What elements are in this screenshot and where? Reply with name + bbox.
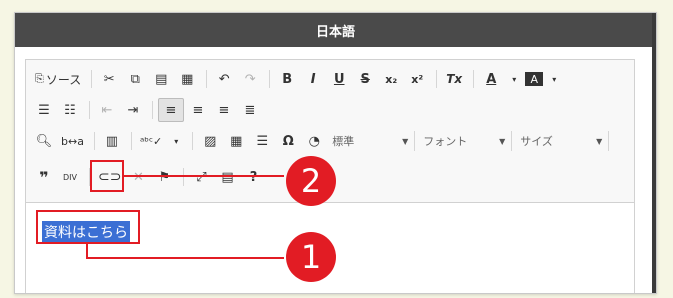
- horizontal-rule-icon[interactable]: ☰: [250, 130, 274, 152]
- subscript-button[interactable]: x₂: [379, 68, 403, 90]
- callout-2-connector: [122, 175, 284, 177]
- callout-1-connector-h: [86, 257, 284, 259]
- separator: [130, 132, 132, 150]
- copy-icon[interactable]: ⧉: [123, 68, 147, 90]
- cut-icon[interactable]: ✂: [97, 68, 121, 90]
- numbered-list-icon[interactable]: ☰: [32, 99, 56, 121]
- remove-format-button[interactable]: Tx: [442, 68, 466, 90]
- chevron-down-icon[interactable]: ▾: [505, 68, 523, 90]
- text-color-button[interactable]: A: [479, 68, 503, 90]
- separator: [91, 70, 93, 88]
- separator: [206, 70, 208, 88]
- right-divider: [652, 13, 656, 293]
- source-icon: ⎘: [35, 72, 44, 85]
- link-button-highlight: [90, 160, 124, 192]
- unlink-icon[interactable]: ✕: [126, 166, 150, 188]
- separator: [436, 70, 438, 88]
- separator: [269, 70, 271, 88]
- align-justify-icon[interactable]: ≣: [238, 99, 262, 121]
- bg-color-button[interactable]: A: [525, 72, 544, 86]
- iframe-icon[interactable]: ◔: [302, 130, 326, 152]
- chevron-down-icon: ▼: [596, 136, 603, 146]
- language-title: 日本語: [315, 24, 355, 40]
- indent-icon[interactable]: ⇥: [121, 99, 145, 121]
- paste-text-icon[interactable]: ▦: [175, 68, 199, 90]
- chevron-down-icon: ▼: [499, 136, 506, 146]
- search-icon[interactable]: 🔍︎: [32, 130, 56, 152]
- size-select-label: サイズ: [520, 135, 553, 148]
- image-icon[interactable]: ▨: [198, 130, 222, 152]
- toolbar-row-1: ⎘ ソース ✂ ⧉ ▤ ▦ ↶ ↷ B I U S x₂ x² Tx A ▾ A…: [32, 66, 565, 92]
- special-char-button[interactable]: Ω: [276, 130, 300, 152]
- italic-button[interactable]: I: [301, 68, 325, 90]
- separator: [89, 101, 90, 119]
- div-button[interactable]: DIV: [58, 166, 82, 188]
- chevron-down-icon[interactable]: ▾: [545, 68, 563, 90]
- underline-button[interactable]: U: [327, 68, 351, 90]
- chevron-down-icon: ▼: [402, 136, 409, 146]
- replace-icon[interactable]: b↔a: [58, 130, 87, 152]
- font-select-label: フォント: [423, 135, 468, 148]
- separator: [93, 132, 95, 150]
- align-right-icon[interactable]: ≡: [212, 99, 236, 121]
- align-center-icon[interactable]: ≡: [186, 99, 210, 121]
- bold-button[interactable]: B: [275, 68, 299, 90]
- anchor-flag-icon[interactable]: ⚑: [152, 166, 176, 188]
- separator: [152, 101, 153, 119]
- source-label: ソース: [45, 72, 82, 87]
- separator: [192, 132, 194, 150]
- show-blocks-icon[interactable]: ▤: [215, 166, 239, 188]
- format-select-label: 標準: [332, 135, 355, 148]
- callout-badge-2: 2: [286, 156, 336, 206]
- outdent-icon[interactable]: ⇤: [95, 99, 119, 121]
- selection-highlight: [36, 210, 140, 244]
- undo-icon[interactable]: ↶: [212, 68, 236, 90]
- size-select[interactable]: サイズ ▼: [520, 131, 610, 151]
- paste-icon[interactable]: ▤: [149, 68, 173, 90]
- callout-1-connector-v: [86, 242, 88, 258]
- select-all-icon[interactable]: ▥: [100, 130, 124, 152]
- align-left-icon[interactable]: ≡: [158, 98, 184, 122]
- format-select[interactable]: 標準 ▼: [332, 131, 416, 151]
- spellcheck-icon[interactable]: ᵃᵇᶜ✓: [137, 130, 165, 152]
- superscript-button[interactable]: x²: [405, 68, 429, 90]
- font-select[interactable]: フォント ▼: [423, 131, 513, 151]
- callout-badge-1: 1: [286, 232, 336, 282]
- language-header: 日本語: [15, 13, 656, 47]
- source-button[interactable]: ⎘ ソース: [32, 68, 84, 90]
- separator: [183, 168, 185, 186]
- bulleted-list-icon[interactable]: ☷: [58, 99, 82, 121]
- toolbar-row-2: ☰ ☷ ⇤ ⇥ ≡ ≡ ≡ ≣: [32, 97, 264, 123]
- redo-icon[interactable]: ↷: [238, 68, 262, 90]
- strike-button[interactable]: S: [353, 68, 377, 90]
- table-icon[interactable]: ▦: [224, 130, 248, 152]
- separator: [473, 70, 475, 88]
- toolbar-row-3: 🔍︎ b↔a ▥ ᵃᵇᶜ✓ ▾ ▨ ▦ ☰ Ω ◔ 標準 ▼ フォント ▼ サイ…: [32, 128, 610, 154]
- toolbar-row-4: ❞ DIV ⊂⊃ ✕ ⚑ ⤢ ▤ ?: [32, 164, 267, 190]
- help-button[interactable]: ?: [241, 166, 265, 188]
- blockquote-button[interactable]: ❞: [32, 166, 56, 188]
- maximize-icon[interactable]: ⤢: [189, 166, 213, 188]
- chevron-down-icon[interactable]: ▾: [167, 130, 185, 152]
